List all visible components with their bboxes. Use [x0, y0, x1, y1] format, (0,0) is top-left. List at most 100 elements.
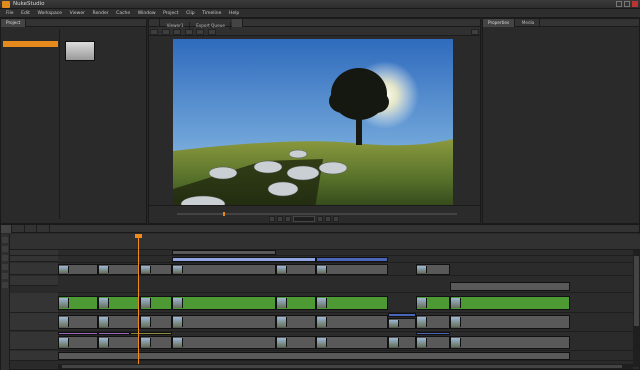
timeline-clip[interactable]	[316, 264, 388, 275]
menu-file[interactable]: File	[6, 9, 14, 18]
tab-media[interactable]: Media	[517, 19, 541, 27]
timeline-clip-bar[interactable]	[58, 332, 98, 335]
timeline-clip[interactable]	[450, 336, 570, 349]
minimize-icon[interactable]	[616, 1, 622, 7]
timeline-clip[interactable]	[276, 264, 316, 275]
tab-sequence[interactable]	[1, 225, 12, 233]
menu-window[interactable]: Window	[138, 9, 156, 18]
razor-tool-icon[interactable]	[2, 264, 8, 270]
timeline-clip[interactable]	[98, 264, 140, 275]
timeline-clip[interactable]	[140, 264, 172, 275]
viewer-channel-select[interactable]	[150, 28, 158, 35]
maximize-icon[interactable]	[624, 1, 630, 7]
timeline-ruler-area[interactable]	[10, 234, 640, 250]
timeline-clip[interactable]	[58, 296, 98, 310]
track-header[interactable]	[10, 313, 58, 331]
timeline-clip[interactable]	[316, 257, 388, 262]
track-lane[interactable]	[58, 351, 633, 361]
close-icon[interactable]	[632, 1, 638, 7]
timeline-clip[interactable]	[316, 336, 388, 349]
viewer-gain[interactable]	[207, 28, 216, 35]
timeline-clip[interactable]	[276, 336, 316, 349]
track-header[interactable]	[10, 293, 58, 313]
track-header[interactable]	[10, 263, 58, 275]
menu-workspace[interactable]: Workspace	[37, 9, 62, 18]
timeline-clip[interactable]	[416, 296, 450, 310]
menu-viewer[interactable]: Viewer	[70, 9, 85, 18]
timeline-clip[interactable]	[98, 296, 140, 310]
timeline-clip[interactable]	[172, 257, 316, 262]
timeline-clip[interactable]	[172, 315, 276, 329]
timeline-clip[interactable]	[416, 336, 450, 349]
tab-node-graph[interactable]	[14, 225, 25, 233]
viewer-lut-select[interactable]	[173, 28, 182, 35]
track-lane[interactable]	[58, 256, 633, 263]
timeline-clip[interactable]	[58, 315, 98, 329]
tab-curve-editor[interactable]	[26, 225, 38, 233]
viewer-scrub-bar[interactable]	[177, 212, 457, 216]
track-header[interactable]	[10, 276, 58, 286]
timeline-clip[interactable]	[140, 336, 172, 349]
track-header[interactable]	[10, 332, 58, 350]
timeline-clip[interactable]	[276, 296, 316, 310]
timeline-clip-bar[interactable]	[130, 332, 172, 335]
timeline-vertical-scrollbar[interactable]	[633, 250, 640, 367]
move-tool-icon[interactable]	[2, 246, 8, 252]
scrollbar-thumb[interactable]	[634, 256, 639, 326]
track-lane[interactable]	[58, 293, 633, 313]
tab-dope-sheet[interactable]	[39, 225, 50, 233]
scrollbar-thumb[interactable]	[62, 365, 622, 368]
skip-start-icon[interactable]	[269, 216, 275, 222]
viewer-clip-select[interactable]	[196, 28, 205, 35]
step-forward-icon[interactable]	[325, 216, 331, 222]
timeline-clip[interactable]	[140, 296, 172, 310]
track-lane[interactable]	[58, 313, 633, 332]
viewer-colorspace-select[interactable]	[161, 28, 170, 35]
timeline-clip[interactable]	[172, 336, 276, 349]
play-reverse-icon[interactable]	[285, 216, 291, 222]
timeline-clip[interactable]	[98, 336, 140, 349]
tab-properties[interactable]: Properties	[483, 19, 516, 27]
menu-project[interactable]: Project	[163, 9, 178, 18]
track-lane[interactable]	[58, 276, 633, 293]
timeline-horizontal-scrollbar[interactable]	[58, 364, 633, 369]
play-icon[interactable]	[317, 216, 323, 222]
timeline-clip[interactable]	[316, 296, 388, 310]
track-header[interactable]	[10, 256, 58, 262]
track-lane[interactable]	[58, 332, 633, 351]
step-back-icon[interactable]	[277, 216, 283, 222]
viewer-image[interactable]	[173, 39, 453, 221]
timeline-clip[interactable]	[416, 315, 450, 329]
timeline-clip[interactable]	[416, 264, 450, 275]
track-lane[interactable]	[58, 263, 633, 276]
timeline-clip[interactable]	[172, 264, 276, 275]
timeline-clip[interactable]	[450, 315, 570, 329]
timeline-clip[interactable]	[58, 264, 98, 275]
timeline-clip[interactable]	[388, 318, 416, 329]
bin-clip-thumbnail[interactable]	[65, 41, 95, 61]
timeline-clip[interactable]	[450, 296, 570, 310]
timeline-clip-marker[interactable]	[388, 313, 416, 317]
menu-render[interactable]: Render	[93, 9, 109, 18]
timeline-clip-bar[interactable]	[416, 332, 450, 335]
menu-timeline[interactable]: Timeline	[202, 9, 221, 18]
timeline-clip[interactable]	[316, 315, 388, 329]
timeline-playhead[interactable]	[138, 234, 139, 367]
current-frame-field[interactable]	[293, 216, 315, 222]
multi-select-tool-icon[interactable]	[2, 273, 8, 279]
reference-clip[interactable]	[58, 352, 570, 360]
viewer-layer-select[interactable]	[184, 28, 193, 35]
skip-end-icon[interactable]	[333, 216, 339, 222]
timeline-clip-bar[interactable]	[98, 332, 130, 335]
viewer-zoom[interactable]	[471, 28, 479, 35]
tab-project[interactable]: Project	[1, 19, 27, 27]
menu-clip[interactable]: Clip	[186, 9, 195, 18]
tab-clip[interactable]	[149, 19, 160, 27]
menu-help[interactable]: Help	[229, 9, 239, 18]
timeline-clip[interactable]	[172, 296, 276, 310]
track-header[interactable]	[10, 351, 58, 361]
playhead-handle[interactable]	[135, 234, 142, 238]
zoom-tool-icon[interactable]	[2, 282, 8, 288]
timeline-clip[interactable]	[172, 250, 276, 255]
timeline-clip[interactable]	[450, 282, 570, 291]
